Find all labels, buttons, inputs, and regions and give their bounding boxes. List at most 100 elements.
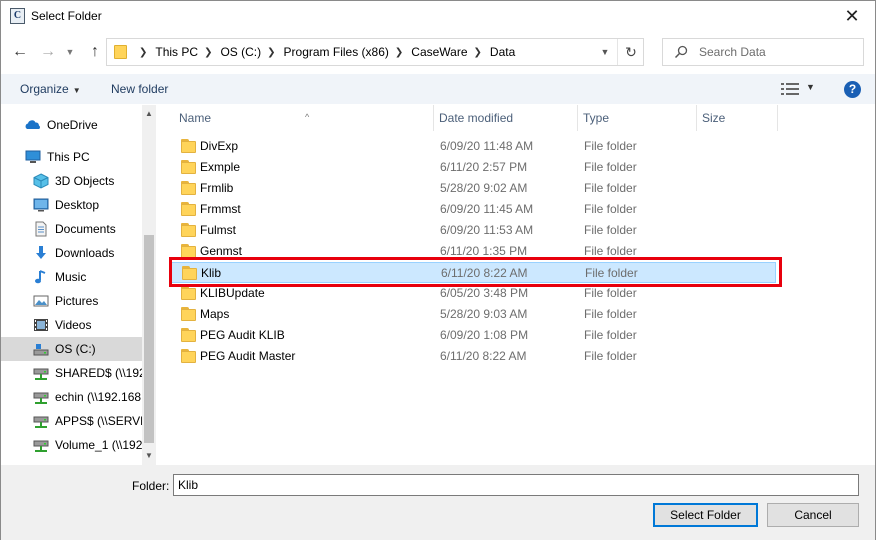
column-header-type[interactable]: Type: [578, 105, 697, 131]
chevron-right-icon[interactable]: ❯: [204, 47, 212, 58]
nav-item-onedrive[interactable]: OneDrive: [1, 113, 142, 137]
view-details-icon[interactable]: [781, 82, 799, 96]
column-header-size[interactable]: Size: [697, 105, 778, 131]
cancel-button[interactable]: Cancel: [767, 503, 859, 527]
command-bar: Organize ▼ New folder ▼ ?: [1, 74, 875, 104]
file-row[interactable]: Klib 6/11/20 8:22 AM File folder: [169, 262, 776, 283]
chevron-down-icon: ▼: [65, 47, 75, 57]
nav-item-desktop[interactable]: Desktop: [1, 193, 142, 217]
search-input[interactable]: [699, 43, 859, 61]
file-type: File folder: [584, 160, 637, 174]
column-header-name[interactable]: Name ^: [174, 105, 434, 131]
refresh-button[interactable]: ↻: [617, 39, 644, 65]
scrollbar-thumb[interactable]: [144, 235, 154, 443]
file-row[interactable]: PEG Audit KLIB 6/09/20 1:08 PM File folder: [169, 325, 776, 346]
close-icon: ✕: [844, 6, 860, 26]
folder-icon: [181, 307, 196, 321]
nav-item-shared[interactable]: SHARED$ (\\192: [1, 361, 142, 385]
help-icon[interactable]: ?: [844, 81, 861, 98]
folder-icon: [181, 181, 196, 195]
arrow-up-icon: ↑: [91, 43, 99, 60]
file-name: Frmmst: [200, 202, 241, 216]
close-button[interactable]: ✕: [829, 1, 875, 32]
file-row[interactable]: Exmple 6/11/20 2:57 PM File folder: [169, 157, 776, 178]
chevron-right-icon[interactable]: ❯: [139, 47, 147, 58]
file-type: File folder: [584, 307, 637, 321]
file-date: 5/28/20 9:03 AM: [440, 307, 528, 321]
file-date: 6/11/20 8:22 AM: [441, 266, 528, 280]
network-drive-icon: [33, 440, 49, 452]
chevron-up-icon: ▲: [145, 109, 153, 118]
file-type: File folder: [584, 202, 637, 216]
folder-input[interactable]: [173, 474, 859, 496]
chevron-right-icon[interactable]: ❯: [395, 47, 403, 58]
up-button[interactable]: ↑: [84, 41, 106, 63]
chevron-down-icon: ▼: [806, 82, 815, 92]
folder-icon: [181, 244, 196, 258]
file-date: 6/11/20 1:35 PM: [440, 244, 528, 258]
chevron-right-icon[interactable]: ❯: [474, 47, 482, 58]
nav-label: APPS$ (\\SERVEI: [55, 414, 142, 428]
file-row[interactable]: Maps 5/28/20 9:03 AM File folder: [169, 304, 776, 325]
file-row[interactable]: PEG Audit Master 6/11/20 8:22 AM File fold…: [169, 346, 776, 367]
nav-label: Downloads: [55, 246, 115, 260]
file-date: 6/09/20 11:45 AM: [440, 202, 534, 216]
nav-item-volume-1[interactable]: Volume_1 (\\192: [1, 433, 142, 457]
file-name: PEG Audit KLIB: [200, 328, 285, 342]
breadcrumb-program-files[interactable]: Program Files (x86): [284, 45, 389, 59]
nav-item-videos[interactable]: Videos: [1, 313, 142, 337]
select-folder-button[interactable]: Select Folder: [653, 503, 758, 527]
folder-icon: [181, 349, 196, 363]
nav-item-apps[interactable]: APPS$ (\\SERVEI: [1, 409, 142, 433]
breadcrumb-caseware[interactable]: CaseWare: [411, 45, 467, 59]
chevron-right-icon[interactable]: ❯: [267, 47, 275, 58]
file-type: File folder: [585, 266, 638, 280]
scroll-up-button[interactable]: ▲: [142, 107, 156, 121]
new-folder-button[interactable]: New folder: [111, 82, 168, 96]
refresh-icon: ↻: [625, 44, 637, 60]
search-box[interactable]: [662, 38, 864, 66]
file-row[interactable]: Frmlib 5/28/20 9:02 AM File folder: [169, 178, 776, 199]
3d-objects-icon: [33, 173, 49, 189]
view-options-button[interactable]: ▼: [806, 82, 815, 92]
window-title: Select Folder: [31, 9, 102, 23]
scroll-down-button[interactable]: ▼: [142, 449, 156, 463]
file-name: Maps: [200, 307, 230, 321]
file-date: 6/09/20 11:53 AM: [440, 223, 534, 237]
file-row[interactable]: Frmmst 6/09/20 11:45 AM File folder: [169, 199, 776, 220]
arrow-right-icon: →: [40, 43, 56, 60]
file-row[interactable]: DivExp 6/09/20 11:48 AM File folder: [169, 136, 776, 157]
nav-item-downloads[interactable]: Downloads: [1, 241, 142, 265]
folder-icon: [182, 266, 197, 280]
organize-button[interactable]: Organize ▼: [20, 82, 81, 96]
computer-icon: [25, 150, 41, 163]
file-row[interactable]: Genmst 6/11/20 1:35 PM File folder: [169, 241, 776, 262]
file-name: KLIBUpdate: [200, 286, 265, 300]
breadcrumb-this-pc[interactable]: This PC: [155, 45, 198, 59]
folder-icon: [114, 45, 127, 59]
address-bar[interactable]: ❯ This PC ❯ OS (C:) ❯ Program Files (x86…: [106, 38, 644, 66]
file-row[interactable]: KLIBUpdate 6/05/20 3:48 PM File folder: [169, 283, 776, 304]
navigation-scrollbar[interactable]: ▲ ▼: [142, 105, 156, 465]
nav-item-3d-objects[interactable]: 3D Objects: [1, 169, 142, 193]
nav-item-os-c[interactable]: OS (C:): [1, 337, 142, 361]
nav-item-pictures[interactable]: Pictures: [1, 289, 142, 313]
nav-label: SHARED$ (\\192: [55, 366, 142, 380]
organize-label: Organize: [20, 82, 69, 96]
forward-button[interactable]: →: [37, 41, 59, 63]
breadcrumb-os-c[interactable]: OS (C:): [220, 45, 261, 59]
recent-locations-button[interactable]: ▼: [59, 41, 81, 63]
nav-item-this-pc[interactable]: This PC: [1, 145, 142, 169]
nav-item-music[interactable]: Music: [1, 265, 142, 289]
column-header-date[interactable]: Date modified: [434, 105, 578, 131]
breadcrumb-data[interactable]: Data: [490, 45, 515, 59]
file-row[interactable]: Fulmst 6/09/20 11:53 AM File folder: [169, 220, 776, 241]
address-history-button[interactable]: ▼: [595, 39, 615, 65]
folder-label: Folder:: [132, 479, 170, 493]
file-type: File folder: [584, 349, 637, 363]
chevron-down-icon: ▼: [600, 47, 610, 57]
nav-item-echin[interactable]: echin (\\192.168: [1, 385, 142, 409]
back-button[interactable]: ←: [9, 41, 31, 63]
nav-label: 3D Objects: [55, 174, 115, 188]
nav-item-documents[interactable]: Documents: [1, 217, 142, 241]
